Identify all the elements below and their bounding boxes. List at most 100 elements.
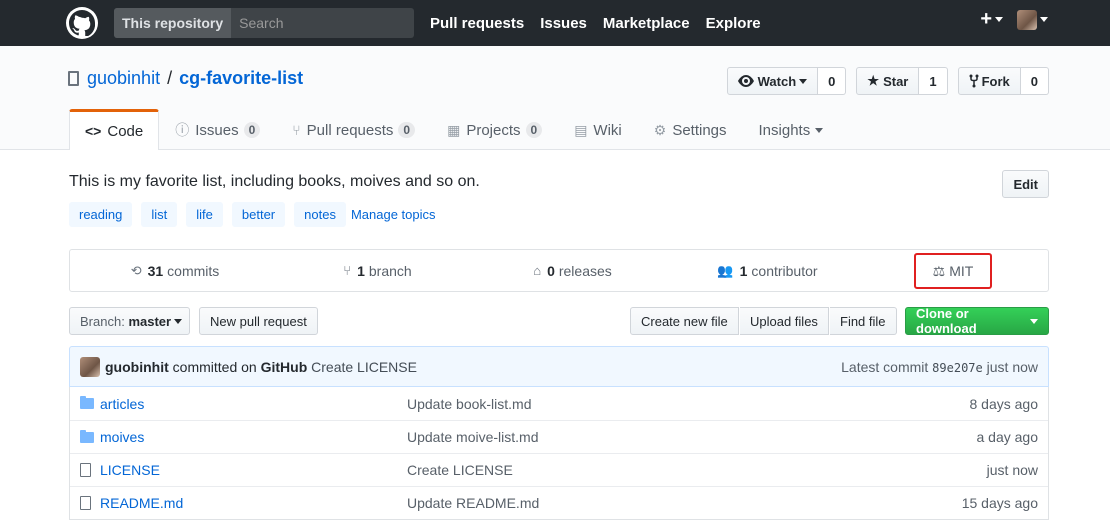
watch-label: Watch xyxy=(757,73,797,89)
topic-tag[interactable]: reading xyxy=(69,202,133,227)
issue-icon: ⓘ xyxy=(175,122,190,138)
table-row: README.md Update README.md 15 days ago xyxy=(70,486,1048,519)
contributors-link[interactable]: 👥 1 contributor xyxy=(670,263,865,279)
tab-counter: 0 xyxy=(398,122,416,138)
star-button[interactable]: ★ Star xyxy=(856,67,920,95)
tab-pull-requests[interactable]: ⑂ Pull requests 0 xyxy=(276,109,431,150)
topic-tag[interactable]: notes xyxy=(294,202,346,227)
branch-link[interactable]: ⑂ 1 branch xyxy=(280,263,475,279)
manage-topics-link[interactable]: Manage topics xyxy=(351,207,436,222)
edit-button[interactable]: Edit xyxy=(1002,170,1049,198)
topic-tag[interactable]: life xyxy=(186,202,223,227)
topic-tag[interactable]: better xyxy=(231,202,286,227)
commits-label: commits xyxy=(167,262,220,279)
repo-summary: ⟲ 31 commits ⑂ 1 branch ⌂ 0 releases 👥 1 contrib… xyxy=(69,249,1049,292)
fork-label: Fork xyxy=(981,73,1010,89)
new-pull-request-button[interactable]: New pull request xyxy=(199,307,318,335)
plus-icon: + xyxy=(980,8,992,30)
clone-download-button[interactable]: Clone or download xyxy=(905,306,1049,336)
repo-description: This is my favorite list, including book… xyxy=(69,173,480,190)
file-name-link[interactable]: moives xyxy=(100,429,407,445)
commit-verb: committed on xyxy=(172,358,257,375)
nav-marketplace[interactable]: Marketplace xyxy=(603,15,690,32)
caret-down-icon xyxy=(1040,17,1048,22)
nav-pull-requests[interactable]: Pull requests xyxy=(430,15,524,32)
caret-down-icon xyxy=(1030,318,1038,324)
create-new-file-button[interactable]: Create new file xyxy=(630,307,739,335)
repo-title: guobinhit / cg-favorite-list xyxy=(68,68,303,89)
avatar xyxy=(80,356,100,377)
tab-issues[interactable]: ⓘ Issues 0 xyxy=(159,109,276,150)
tab-insights[interactable]: Insights xyxy=(743,109,840,150)
find-file-button[interactable]: Find file xyxy=(830,307,897,335)
tag-icon: ⌂ xyxy=(533,263,542,278)
repo-icon xyxy=(68,71,79,86)
tab-label: Projects xyxy=(466,121,521,139)
commit-sha[interactable]: 89e207e xyxy=(932,361,983,375)
file-commit-message[interactable]: Update book-list.md xyxy=(407,396,532,412)
caret-down-icon xyxy=(995,17,1003,22)
repo-owner-link[interactable]: guobinhit xyxy=(87,68,160,89)
license-label: MIT xyxy=(949,263,974,279)
star-count[interactable]: 1 xyxy=(919,67,948,95)
tab-label: Pull requests xyxy=(306,121,394,139)
file-navigation: Branch: master New pull request Create n… xyxy=(69,306,1049,336)
contributor-label: contributor xyxy=(751,262,818,279)
table-row: articles Update book-list.md 8 days ago xyxy=(70,387,1048,420)
search-box[interactable]: This repository xyxy=(114,8,414,38)
file-age: 15 days ago xyxy=(961,495,1038,511)
repo-actions: Watch 0 ★ Star 1 Fork 0 xyxy=(717,67,1049,95)
user-menu[interactable] xyxy=(1017,9,1048,30)
book-icon: ▤ xyxy=(574,121,588,138)
repo-name-link[interactable]: cg-favorite-list xyxy=(179,68,303,89)
nav-explore[interactable]: Explore xyxy=(706,15,761,32)
history-icon: ⟲ xyxy=(130,262,142,278)
releases-link[interactable]: ⌂ 0 releases xyxy=(475,263,670,279)
tab-settings[interactable]: ⚙ Settings xyxy=(638,109,743,150)
repo-header: guobinhit / cg-favorite-list Watch 0 ★ St… xyxy=(0,46,1110,150)
top-nav: Pull requests Issues Marketplace Explore xyxy=(430,15,777,32)
upload-files-button[interactable]: Upload files xyxy=(740,307,829,335)
branch-label: branch xyxy=(368,262,412,279)
search-input[interactable] xyxy=(231,8,414,38)
header-right: + xyxy=(980,8,1048,31)
releases-count: 0 xyxy=(547,262,555,279)
github-logo-icon[interactable] xyxy=(66,7,98,39)
commit-author[interactable]: guobinhit xyxy=(105,359,169,375)
tab-code[interactable]: <> Code xyxy=(69,109,160,150)
folder-icon xyxy=(80,396,100,409)
file-age: 8 days ago xyxy=(969,395,1039,412)
watch-button[interactable]: Watch xyxy=(726,67,819,95)
contributor-count: 1 xyxy=(739,262,748,279)
tab-wiki[interactable]: ▤ Wiki xyxy=(558,109,638,150)
file-commit-message[interactable]: Create LICENSE xyxy=(407,462,513,478)
tab-counter: 0 xyxy=(243,122,261,138)
topic-tag[interactable]: list xyxy=(141,202,178,227)
branch-name: master xyxy=(128,313,172,329)
people-icon: 👥 xyxy=(717,262,734,278)
latest-commit-bar: guobinhit committed on GitHub Create LIC… xyxy=(69,346,1049,387)
fork-count[interactable]: 0 xyxy=(1020,67,1049,95)
commits-link[interactable]: ⟲ 31 commits xyxy=(70,263,280,279)
fork-group: Fork 0 xyxy=(957,67,1049,95)
latest-commit-label: Latest commit xyxy=(841,358,929,375)
commits-count: 31 xyxy=(147,262,164,279)
fork-button[interactable]: Fork xyxy=(957,67,1021,95)
nav-issues[interactable]: Issues xyxy=(540,15,587,32)
global-header: This repository Pull requests Issues Mar… xyxy=(0,0,1110,46)
file-name-link[interactable]: articles xyxy=(100,396,407,412)
law-icon: ⚖ xyxy=(932,262,946,279)
watch-count[interactable]: 0 xyxy=(818,67,847,95)
file-commit-message[interactable]: Update README.md xyxy=(407,495,539,511)
file-icon xyxy=(80,463,100,477)
file-name-link[interactable]: LICENSE xyxy=(100,462,407,478)
commit-message[interactable]: Create LICENSE xyxy=(311,359,417,375)
file-commit-message[interactable]: Update moive-list.md xyxy=(407,429,539,445)
path-separator: / xyxy=(167,68,173,88)
file-name-link[interactable]: README.md xyxy=(100,495,407,511)
create-new-menu[interactable]: + xyxy=(980,8,1003,31)
license-link[interactable]: ⚖ MIT xyxy=(914,253,992,289)
branch-select[interactable]: Branch: master xyxy=(69,307,190,335)
tab-projects[interactable]: ▦ Projects 0 xyxy=(431,109,558,150)
caret-down-icon xyxy=(799,78,808,84)
